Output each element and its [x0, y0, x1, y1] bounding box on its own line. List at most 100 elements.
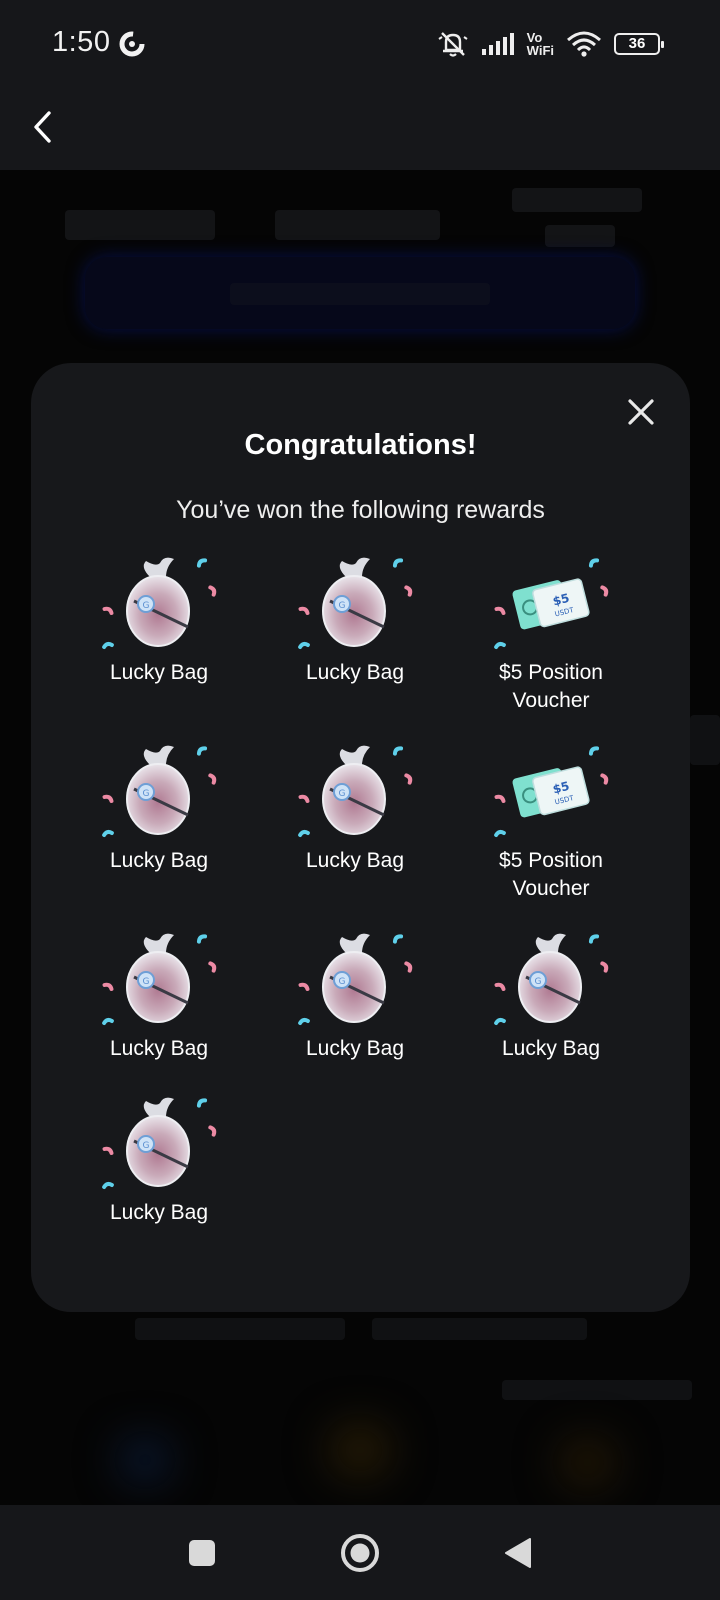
- lucky-bag-icon: G: [290, 741, 420, 841]
- background-glow: [330, 1425, 390, 1475]
- reward-item: $5 USDT $5 Position Voucher: [453, 553, 649, 723]
- reward-label: Lucky Bag: [305, 1037, 405, 1060]
- lucky-bag-icon: G: [94, 553, 224, 653]
- confetti-piece: [588, 934, 600, 944]
- lucky-bag-icon: G: [94, 929, 224, 1029]
- lucky-bag-icon: G: [94, 741, 224, 841]
- confetti-piece: [392, 558, 404, 568]
- confetti-piece: [494, 1017, 506, 1026]
- reward-item: G Lucky Bag: [61, 929, 257, 1099]
- status-time: 1:50: [52, 26, 111, 58]
- lucky-bag-icon: G: [102, 557, 217, 650]
- svg-text:G: G: [143, 977, 150, 987]
- background-banner-text: [230, 283, 490, 305]
- app-header: [0, 90, 720, 170]
- confetti-piece: [494, 606, 506, 615]
- reward-item: G Lucky Bag: [453, 929, 649, 1099]
- lucky-bag-icon: G: [290, 929, 420, 1029]
- svg-text:G: G: [339, 601, 346, 611]
- reward-item: G Lucky Bag: [257, 553, 453, 723]
- app-notification-icon: [119, 31, 145, 57]
- svg-text:G: G: [535, 977, 542, 987]
- background-line: [502, 1380, 692, 1400]
- confetti-piece: [600, 773, 609, 785]
- reward-label: Lucky Bag: [109, 661, 209, 684]
- svg-text:G: G: [143, 789, 150, 799]
- confetti-piece: [392, 934, 404, 944]
- back-button[interactable]: [22, 102, 62, 152]
- mute-bell-icon: [438, 32, 468, 57]
- confetti-piece: [588, 746, 600, 756]
- reward-label: $5 Position Voucher: [499, 661, 603, 712]
- background-tab: [275, 210, 440, 240]
- reward-label: Lucky Bag: [109, 849, 209, 872]
- modal-subtitle: You’ve won the following rewards: [176, 496, 545, 524]
- confetti-piece: [196, 1098, 208, 1108]
- confetti-piece: [588, 558, 600, 568]
- background-tab: [65, 210, 215, 240]
- confetti-piece: [494, 794, 506, 803]
- confetti-piece: [196, 558, 208, 568]
- rewards-modal: Congratulations! You’ve won the followin…: [31, 363, 690, 1312]
- lucky-bag-icon: G: [290, 553, 420, 653]
- lucky-bag-icon: G: [102, 745, 217, 838]
- vowifi-bottom: WiFi: [526, 43, 554, 58]
- reward-label: Lucky Bag: [305, 849, 405, 872]
- confetti-piece: [196, 746, 208, 756]
- lucky-bag-icon: G: [298, 557, 413, 650]
- confetti-piece: [102, 982, 114, 991]
- confetti-piece: [102, 1146, 114, 1155]
- confetti-piece: [404, 585, 413, 597]
- lucky-bag-icon: G: [102, 933, 217, 1026]
- lucky-bag-icon: G: [298, 933, 413, 1026]
- confetti-piece: [494, 829, 506, 838]
- svg-text:G: G: [143, 1141, 150, 1151]
- confetti-piece: [208, 585, 217, 597]
- confetti-piece: [600, 585, 609, 597]
- voucher-icon: $5USDT: [486, 553, 616, 653]
- background-line: [372, 1318, 587, 1340]
- confetti-piece: [102, 794, 114, 803]
- lucky-bag-icon: G: [486, 929, 616, 1029]
- confetti-piece: [298, 1017, 310, 1026]
- confetti-piece: [298, 794, 310, 803]
- reward-item: G Lucky Bag: [61, 741, 257, 911]
- reward-item: G Lucky Bag: [61, 1093, 257, 1263]
- voucher-icon: $5USDT: [486, 741, 616, 841]
- confetti-piece: [600, 961, 609, 973]
- status-icons: Vo WiFi 36: [437, 26, 664, 62]
- reward-label: $5 Position Voucher: [499, 849, 603, 900]
- voucher-icon: $5USDT: [494, 558, 609, 650]
- svg-text:G: G: [339, 789, 346, 799]
- modal-title: Congratulations!: [244, 429, 477, 461]
- background-glow: [560, 1440, 615, 1485]
- reward-label: Lucky Bag: [109, 1037, 209, 1060]
- nav-back-button[interactable]: [496, 1531, 540, 1575]
- confetti-piece: [208, 1125, 217, 1137]
- reward-item: $5 USDT $5 Position Voucher: [453, 741, 649, 911]
- battery-indicator: 36: [614, 33, 664, 55]
- chevron-left-icon: [34, 111, 51, 143]
- reward-item: G Lucky Bag: [257, 929, 453, 1099]
- reward-label: Lucky Bag: [305, 661, 405, 684]
- background-glow: [120, 1440, 170, 1480]
- confetti-piece: [298, 606, 310, 615]
- reward-item: G Lucky Bag: [61, 553, 257, 723]
- lucky-bag-icon: G: [494, 933, 609, 1026]
- reward-label: Lucky Bag: [109, 1201, 209, 1224]
- confetti-piece: [298, 641, 310, 650]
- signal-icon: [481, 33, 514, 55]
- recents-button[interactable]: [180, 1531, 224, 1575]
- lucky-bag-icon: G: [94, 1093, 224, 1193]
- lucky-bag-icon: G: [102, 1097, 217, 1190]
- confetti-piece: [404, 961, 413, 973]
- close-button[interactable]: [624, 395, 658, 429]
- background-tab: [545, 225, 615, 247]
- confetti-piece: [102, 829, 114, 838]
- home-button[interactable]: [338, 1531, 382, 1575]
- wifi-icon: [567, 31, 601, 57]
- confetti-piece: [208, 961, 217, 973]
- confetti-piece: [404, 773, 413, 785]
- voucher-icon: $5USDT: [494, 746, 609, 838]
- square-icon: [189, 1540, 215, 1566]
